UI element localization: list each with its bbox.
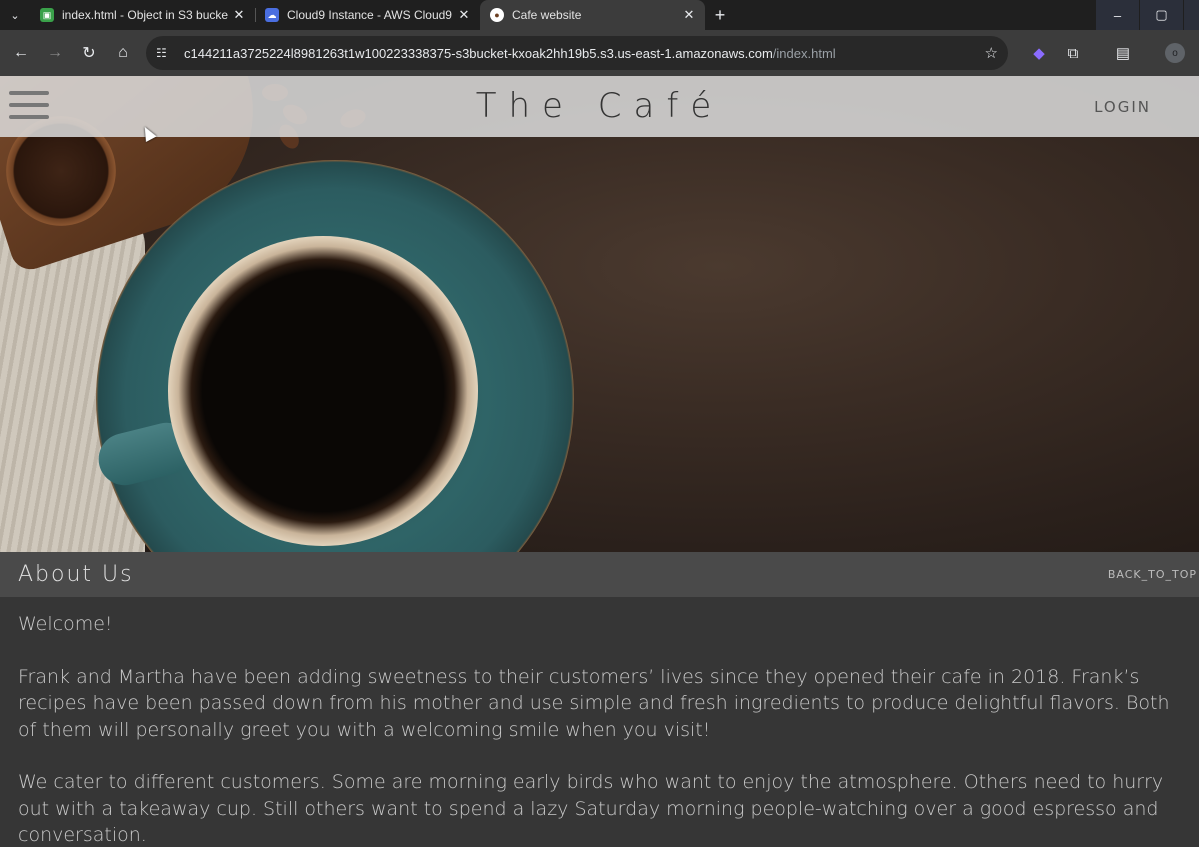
tab-title: Cafe website [512,8,582,22]
tab-title: Cloud9 Instance - AWS Cloud9 [287,8,452,22]
tab-close-icon[interactable]: ✕ [231,7,247,23]
extension-flame-icon[interactable]: ◆ [1022,36,1056,70]
tab-close-icon[interactable]: ✕ [456,7,472,23]
browser-toolbar: ← → ↻ ⌂ ☷ c144211a3725224l8981263t1w1002… [0,30,1199,76]
forward-arrow-icon[interactable]: → [38,36,72,70]
url-path: /index.html [772,45,836,61]
minimize-icon[interactable]: – [1095,0,1139,30]
login-link[interactable]: LOGIN [1094,98,1151,116]
window-controls: – ▢ [1095,0,1199,30]
s3-icon: ▣ [40,8,54,22]
hero-coffee-image [0,76,1199,552]
address-bar[interactable]: ☷ c144211a3725224l8981263t1w100223338375… [146,36,1008,70]
about-paragraph: Frank and Martha have been adding sweetn… [18,665,1170,741]
tab-title: index.html - Object in S3 bucke [62,8,229,22]
tab-s3-object[interactable]: ▣ index.html - Object in S3 bucke ✕ [30,0,255,30]
tab-cafe-website[interactable]: ● Cafe website ✕ [480,0,705,30]
site-title: The Café [475,86,724,126]
page-viewport: The Café LOGIN About Us BACK_TO_TOP Welc… [0,76,1199,847]
coffee-cup [168,236,478,546]
tab-cloud9[interactable]: ☁ Cloud9 Instance - AWS Cloud9 ✕ [255,0,480,30]
about-section-header: About Us BACK_TO_TOP [0,552,1199,597]
home-icon[interactable]: ⌂ [106,36,140,70]
about-body: Welcome! Frank and Martha have been addi… [0,597,1199,847]
site-navbar: The Café LOGIN [0,76,1199,137]
new-tab-button[interactable]: + [705,0,735,30]
url-host: c144211a3725224l8981263t1w100223338375-s… [184,45,773,61]
tab-search-chevron-icon[interactable]: ⌄ [0,0,30,30]
cloud9-icon: ☁ [265,8,279,22]
site-info-icon[interactable]: ☷ [156,46,178,60]
profile-initial: o [1165,43,1185,63]
bookmark-star-icon[interactable]: ☆ [985,44,998,62]
about-paragraph: Welcome! [18,613,113,635]
reading-list-icon[interactable]: ▤ [1106,36,1140,70]
about-paragraph: We cater to different customers. Some ar… [18,771,1164,846]
about-title: About Us [18,562,134,587]
tab-close-icon[interactable]: ✕ [681,7,697,23]
tab-strip: ⌄ ▣ index.html - Object in S3 bucke ✕ ☁ … [0,0,1199,30]
reload-icon[interactable]: ↻ [72,36,106,70]
extensions-puzzle-icon[interactable]: ⧉ [1056,36,1090,70]
profile-avatar[interactable]: o [1158,36,1192,70]
back-arrow-icon[interactable]: ← [4,36,38,70]
url-text[interactable]: c144211a3725224l8981263t1w100223338375-s… [184,46,985,61]
back-to-top-link[interactable]: BACK_TO_TOP [1108,568,1197,581]
maximize-icon[interactable]: ▢ [1139,0,1183,30]
close-window-icon[interactable] [1183,0,1199,30]
coffee-cup-icon: ● [490,8,504,22]
